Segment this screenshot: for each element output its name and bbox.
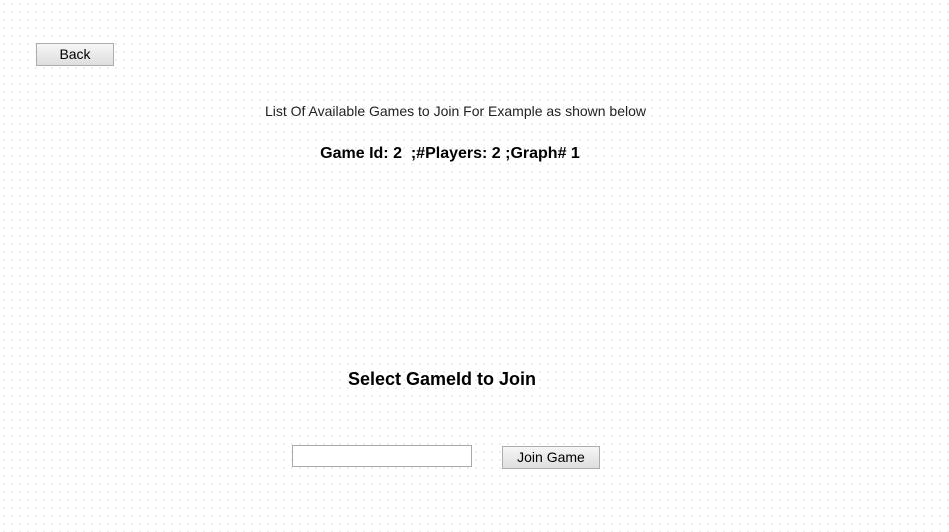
games-list-caption: List Of Available Games to Join For Exam… bbox=[264, 103, 647, 119]
select-gameid-heading: Select GameId to Join bbox=[347, 369, 537, 389]
back-button[interactable]: Back bbox=[36, 43, 114, 66]
game-list-item: Game Id: 2 ;#Players: 2 ;Graph# 1 bbox=[320, 145, 580, 162]
join-game-button[interactable]: Join Game bbox=[502, 446, 600, 469]
gameid-input[interactable] bbox=[292, 445, 472, 467]
